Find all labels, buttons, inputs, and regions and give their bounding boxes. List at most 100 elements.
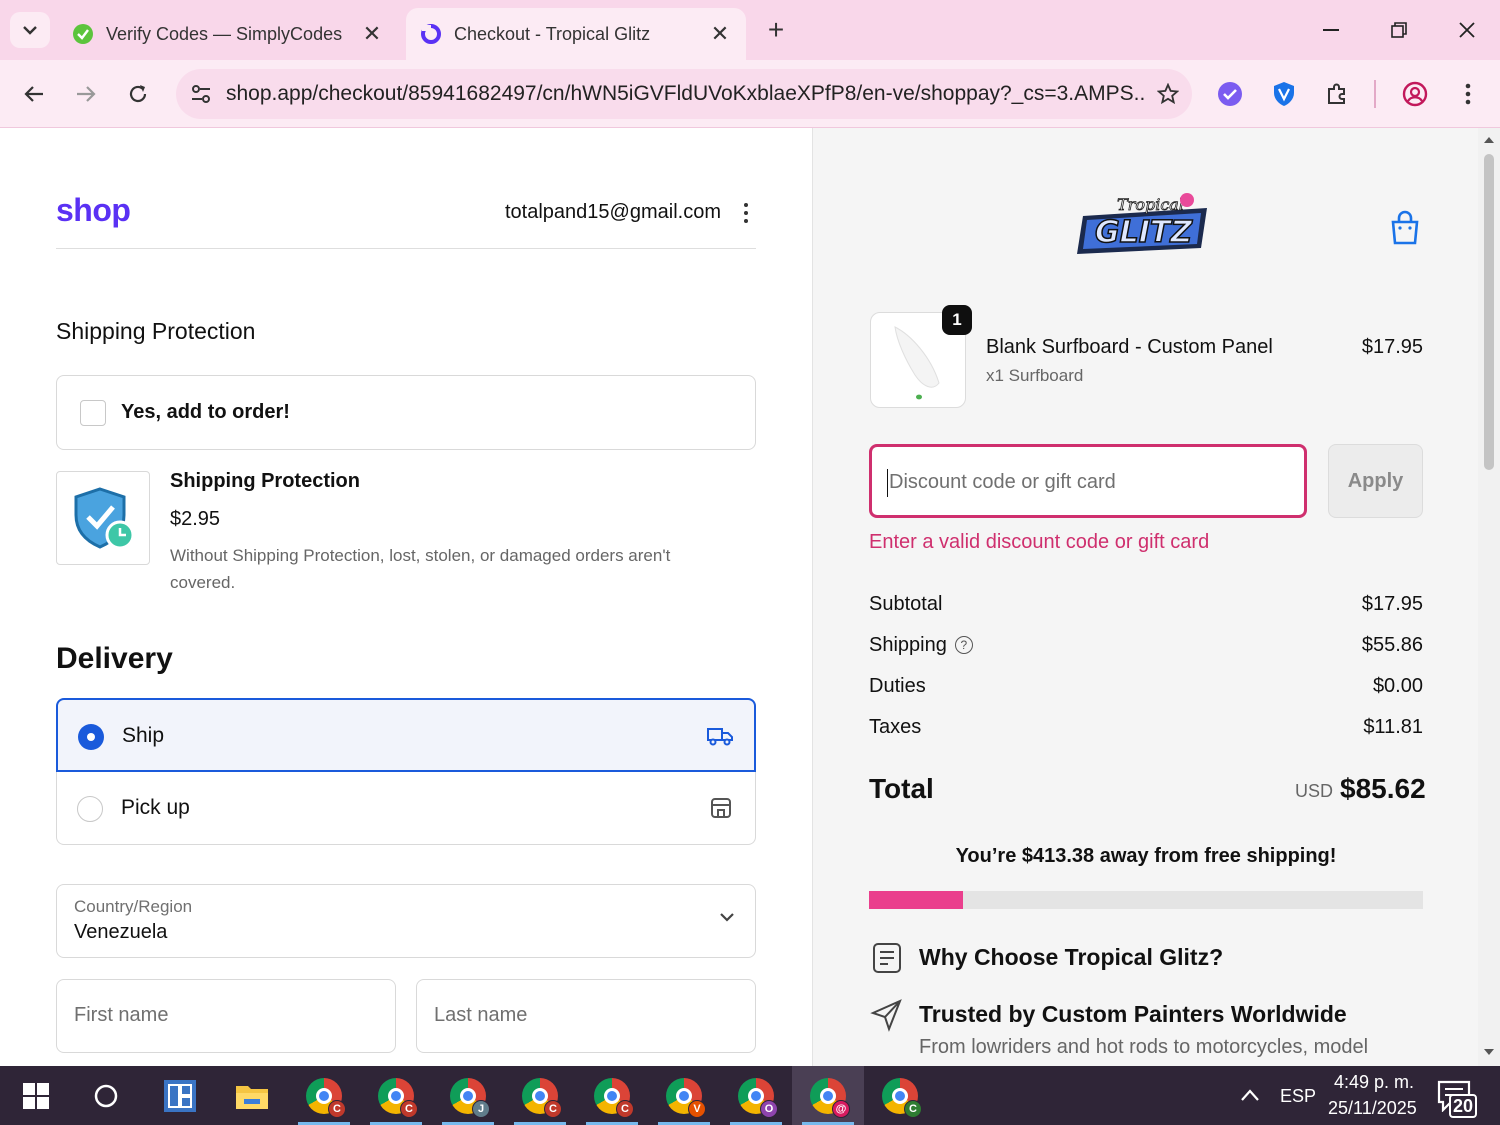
delivery-option-ship[interactable]: Ship bbox=[56, 698, 756, 772]
profile-icon[interactable] bbox=[1395, 74, 1435, 114]
notification-count-badge: 20 bbox=[1449, 1094, 1478, 1118]
shipping-protection-description: Without Shipping Protection, lost, stole… bbox=[170, 546, 671, 592]
product-name: Blank Surfboard - Custom Panel bbox=[986, 336, 1273, 358]
svg-text:Tropical: Tropical bbox=[1117, 195, 1184, 214]
apply-discount-button[interactable]: Apply bbox=[1328, 444, 1423, 518]
shipping-label: Shipping bbox=[869, 634, 947, 656]
chevron-up-icon[interactable] bbox=[1240, 1088, 1260, 1102]
language-indicator[interactable]: ESP bbox=[1280, 1086, 1316, 1107]
close-tab-icon[interactable]: ✕ bbox=[708, 21, 732, 47]
discount-code-input[interactable]: Discount code or gift card bbox=[869, 444, 1307, 518]
forward-button[interactable] bbox=[66, 74, 106, 114]
search-circle-icon bbox=[94, 1084, 118, 1107]
last-name-field[interactable]: Last name bbox=[416, 979, 756, 1053]
delivery-option-label[interactable]: Pick up bbox=[121, 796, 190, 820]
shopping-bag-icon[interactable] bbox=[1389, 210, 1421, 246]
tab-simplycodes[interactable]: Verify Codes — SimplyCodes ✕ bbox=[58, 8, 398, 60]
profile-badge: C bbox=[616, 1099, 634, 1118]
address-bar[interactable]: shop.app/checkout/85941682497/cn/hWN5iGV… bbox=[176, 69, 1192, 119]
clock-time[interactable]: 4:49 p. m. bbox=[1334, 1072, 1414, 1093]
country-select[interactable]: Country/Region Venezuela bbox=[56, 884, 756, 958]
taxes-row: Taxes $11.81 bbox=[869, 716, 1423, 739]
reload-icon bbox=[129, 85, 147, 103]
restore-button[interactable] bbox=[1374, 10, 1424, 50]
extension-simplycodes-icon[interactable] bbox=[1210, 74, 1250, 114]
clock-date[interactable]: 25/11/2025 bbox=[1328, 1098, 1417, 1119]
search-button[interactable] bbox=[70, 1066, 142, 1125]
page-scrollbar[interactable] bbox=[1478, 128, 1500, 1066]
first-name-placeholder: First name bbox=[74, 1004, 169, 1026]
shop-logo[interactable]: shop bbox=[56, 192, 131, 229]
reload-button[interactable] bbox=[118, 74, 158, 114]
duties-label: Duties bbox=[869, 675, 926, 697]
toolbar-divider bbox=[1374, 80, 1376, 108]
duties-value: $0.00 bbox=[1372, 675, 1423, 697]
extension-shield-icon[interactable] bbox=[1264, 74, 1304, 114]
shop-icon bbox=[420, 23, 442, 45]
scroll-down-arrow-icon[interactable] bbox=[1483, 1048, 1495, 1056]
send-icon bbox=[870, 999, 902, 1032]
shipping-protection-price: $2.95 bbox=[170, 508, 221, 530]
shipping-protection-checkbox-label[interactable]: Yes, add to order! bbox=[121, 401, 290, 424]
delivery-option-label[interactable]: Ship bbox=[122, 724, 164, 748]
url-text: shop.app/checkout/85941682497/cn/hWN5iGV… bbox=[226, 82, 1144, 105]
help-icon[interactable]: ? bbox=[954, 636, 973, 654]
subtotal-value: $17.95 bbox=[1361, 593, 1423, 615]
folder-icon bbox=[236, 1085, 268, 1109]
tropical-glitz-logo[interactable]: GLITZ Tropical bbox=[1073, 186, 1217, 260]
free-shipping-message: You’re $413.38 away from free shipping! bbox=[955, 845, 1337, 867]
bookmark-star-icon[interactable] bbox=[1144, 70, 1192, 118]
chrome-icon: C bbox=[378, 1077, 418, 1118]
task-view-button[interactable] bbox=[144, 1066, 216, 1125]
file-explorer-button[interactable] bbox=[216, 1066, 288, 1125]
chevron-down-icon bbox=[23, 26, 37, 35]
start-button[interactable] bbox=[0, 1066, 72, 1125]
minimize-button[interactable] bbox=[1306, 10, 1356, 50]
chrome-icon: V bbox=[666, 1077, 706, 1118]
subtotal-label: Subtotal bbox=[869, 593, 943, 615]
back-button[interactable] bbox=[14, 74, 54, 114]
chrome-window-1[interactable]: C bbox=[288, 1066, 360, 1125]
taxes-value: $11.81 bbox=[1363, 716, 1423, 738]
truck-icon bbox=[706, 722, 734, 750]
chrome-window-2[interactable]: C bbox=[360, 1066, 432, 1125]
document-icon bbox=[873, 943, 901, 973]
close-tab-icon[interactable]: ✕ bbox=[360, 21, 384, 47]
profile-badge: @ bbox=[832, 1099, 850, 1118]
minimize-icon bbox=[1323, 29, 1339, 31]
shipping-protection-title: Shipping Protection bbox=[56, 318, 256, 344]
delivery-title: Delivery bbox=[56, 642, 173, 675]
shipping-protection-option[interactable]: Yes, add to order! bbox=[56, 375, 756, 450]
delivery-option-pickup[interactable]: Pick up bbox=[56, 772, 756, 845]
scroll-up-arrow-icon[interactable] bbox=[1483, 136, 1495, 144]
browser-menu-icon[interactable] bbox=[1448, 74, 1488, 114]
ship-radio[interactable] bbox=[78, 724, 104, 750]
chrome-window-8-active[interactable]: @ bbox=[792, 1066, 864, 1125]
pickup-radio[interactable] bbox=[77, 796, 103, 822]
chrome-window-5[interactable]: C bbox=[576, 1066, 648, 1125]
new-tab-button[interactable]: + bbox=[760, 14, 792, 46]
chrome-window-7[interactable]: O bbox=[720, 1066, 792, 1125]
close-window-button[interactable] bbox=[1442, 10, 1492, 50]
shipping-protection-checkbox[interactable] bbox=[80, 400, 106, 426]
extensions-puzzle-icon[interactable] bbox=[1317, 74, 1357, 114]
account-email: totalpand15@gmail.com bbox=[505, 201, 721, 223]
site-settings-icon[interactable] bbox=[176, 69, 226, 119]
tab-search-button[interactable] bbox=[10, 12, 50, 48]
account-menu-icon[interactable] bbox=[736, 200, 756, 226]
total-currency: USD bbox=[1295, 781, 1334, 801]
header-divider bbox=[56, 248, 756, 249]
free-shipping-progress-fill bbox=[869, 891, 964, 909]
chrome-window-9[interactable]: C bbox=[864, 1066, 936, 1125]
chrome-window-6[interactable]: V bbox=[648, 1066, 720, 1125]
first-name-field[interactable]: First name bbox=[56, 979, 396, 1053]
chrome-window-4[interactable]: C bbox=[504, 1066, 576, 1125]
simplycodes-icon bbox=[72, 23, 94, 45]
shipping-protection-image bbox=[56, 471, 150, 565]
chrome-icon: C bbox=[594, 1077, 634, 1118]
chrome-window-3[interactable]: J bbox=[432, 1066, 504, 1125]
chevron-down-icon bbox=[720, 913, 734, 922]
tab-checkout[interactable]: Checkout - Tropical Glitz ✕ bbox=[406, 8, 746, 60]
browser-toolbar: shop.app/checkout/85941682497/cn/hWN5iGV… bbox=[0, 60, 1500, 128]
scrollbar-thumb[interactable] bbox=[1484, 154, 1494, 470]
